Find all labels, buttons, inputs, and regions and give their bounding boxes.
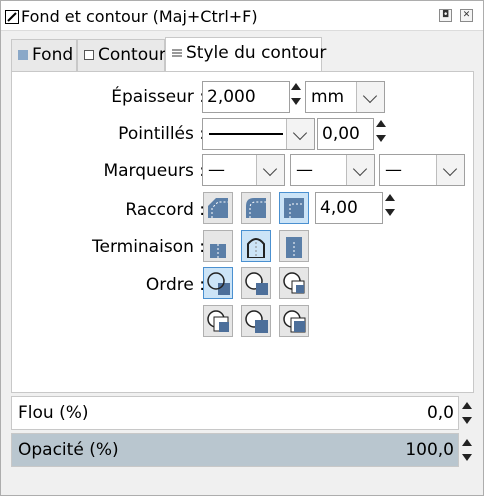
opacity-value: 100,0 [405, 440, 454, 460]
order-fill-markers-stroke-icon [283, 272, 305, 294]
order-stroke-markers-fill-icon [283, 310, 306, 333]
dash-preview-line [209, 133, 283, 135]
round-cap-icon [247, 238, 265, 258]
start-marker-arrow[interactable] [256, 155, 284, 185]
order-stroke-markers-fill-button[interactable] [279, 305, 309, 337]
chevron-down-icon [262, 161, 278, 177]
dash-dropdown-arrow[interactable] [286, 119, 314, 149]
spin-down-icon [462, 417, 472, 424]
markers-label: Marqueurs : [103, 161, 205, 181]
join-round-button[interactable] [241, 192, 271, 224]
spin-up-icon [385, 194, 395, 201]
pen-icon [5, 9, 19, 28]
spin-down-icon [462, 454, 472, 461]
miter-limit-spinner[interactable] [385, 194, 395, 220]
tab-stroke-paint-label: Contour [98, 45, 166, 65]
order-markers-stroke-fill-icon [245, 310, 268, 333]
fill-icon [18, 40, 28, 70]
join-bevel-button[interactable] [203, 192, 233, 224]
mid-marker-value: — [296, 160, 313, 180]
blur-slider[interactable]: Flou (%) 0,0 [11, 396, 459, 430]
restore-button[interactable]: ◘ [439, 9, 452, 22]
spin-down-icon [291, 98, 301, 105]
unit-value: mm [311, 87, 345, 107]
width-input[interactable]: 2,000 [202, 81, 290, 113]
end-marker-value: — [385, 160, 402, 180]
dialog-title: Fond et contour (Maj+Ctrl+F) [21, 7, 258, 26]
mid-marker-select[interactable]: — [290, 154, 375, 186]
order-markers-fill-stroke-icon [207, 310, 229, 332]
chevron-down-icon [362, 88, 378, 104]
butt-cap-icon [210, 244, 226, 258]
dashes-label: Pointillés : [118, 124, 205, 144]
order-label: Ordre : [145, 275, 205, 295]
tab-stroke-style[interactable]: Style du contour [165, 37, 326, 73]
spin-down-icon [385, 209, 395, 216]
spin-up-icon [376, 120, 386, 127]
order-fill-markers-stroke-button[interactable] [279, 267, 309, 299]
start-marker-select[interactable]: — [202, 154, 285, 186]
fill-stroke-dialog: Fond et contour (Maj+Ctrl+F) ◘ ✕ Fond Co… [0, 0, 484, 496]
cap-square-button[interactable] [279, 230, 309, 262]
end-marker-arrow[interactable] [436, 155, 464, 185]
join-label: Raccord : [125, 200, 205, 220]
stroke-style-icon [172, 38, 182, 68]
tab-stroke-style-label: Style du contour [186, 43, 327, 63]
stroke-paint-icon [84, 40, 94, 70]
blur-label: Flou (%) [18, 403, 89, 423]
dash-offset-spinner[interactable] [376, 120, 386, 146]
miter-join-icon [284, 198, 304, 218]
cap-butt-button[interactable] [203, 230, 233, 262]
spin-up-icon [291, 83, 301, 90]
join-miter-button[interactable] [279, 192, 309, 224]
width-spinner[interactable] [291, 83, 301, 109]
mid-marker-arrow[interactable] [346, 155, 374, 185]
cap-label: Terminaison : [91, 237, 205, 257]
blur-value: 0,0 [426, 403, 454, 423]
chevron-down-icon [292, 125, 308, 141]
close-button[interactable]: ✕ [460, 9, 473, 22]
spin-up-icon [462, 402, 472, 409]
square-cap-icon [286, 237, 302, 258]
order-markers-fill-stroke-button[interactable] [203, 305, 233, 337]
start-marker-value: — [208, 160, 225, 180]
title-bar[interactable]: Fond et contour (Maj+Ctrl+F) ◘ ✕ [1, 1, 483, 31]
spin-up-icon [462, 439, 472, 446]
chevron-down-icon [352, 161, 368, 177]
order-markers-stroke-fill-button[interactable] [241, 305, 271, 337]
tab-stroke-paint[interactable]: Contour [77, 39, 166, 71]
blur-spinner[interactable] [462, 402, 474, 428]
dash-offset-input[interactable]: 0,00 [317, 118, 374, 150]
opacity-label: Opacité (%) [18, 440, 119, 460]
opacity-spinner[interactable] [462, 439, 474, 465]
order-stroke-fill-button[interactable] [241, 267, 271, 299]
end-marker-select[interactable]: — [379, 154, 465, 186]
cap-round-button[interactable] [241, 230, 271, 262]
chevron-down-icon [442, 161, 458, 177]
order-normal-icon [207, 272, 230, 295]
miter-limit-input[interactable]: 4,00 [315, 192, 383, 224]
dash-pattern-select[interactable] [202, 118, 315, 150]
stroke-style-panel: Épaisseur : 2,000 mm Pointillés : 0,00 M… [11, 71, 474, 393]
order-stroke-fill-icon [245, 272, 268, 295]
order-normal-button[interactable] [203, 267, 233, 299]
unit-select[interactable]: mm [305, 81, 385, 113]
tab-fill-label: Fond [32, 45, 74, 65]
unit-dropdown-arrow[interactable] [356, 82, 384, 112]
width-label: Épaisseur : [111, 87, 205, 107]
bevel-join-icon [208, 198, 228, 218]
opacity-slider[interactable]: Opacité (%) 100,0 [11, 433, 459, 467]
tab-fill[interactable]: Fond [11, 39, 77, 71]
spin-down-icon [376, 135, 386, 142]
round-join-icon [246, 198, 266, 218]
